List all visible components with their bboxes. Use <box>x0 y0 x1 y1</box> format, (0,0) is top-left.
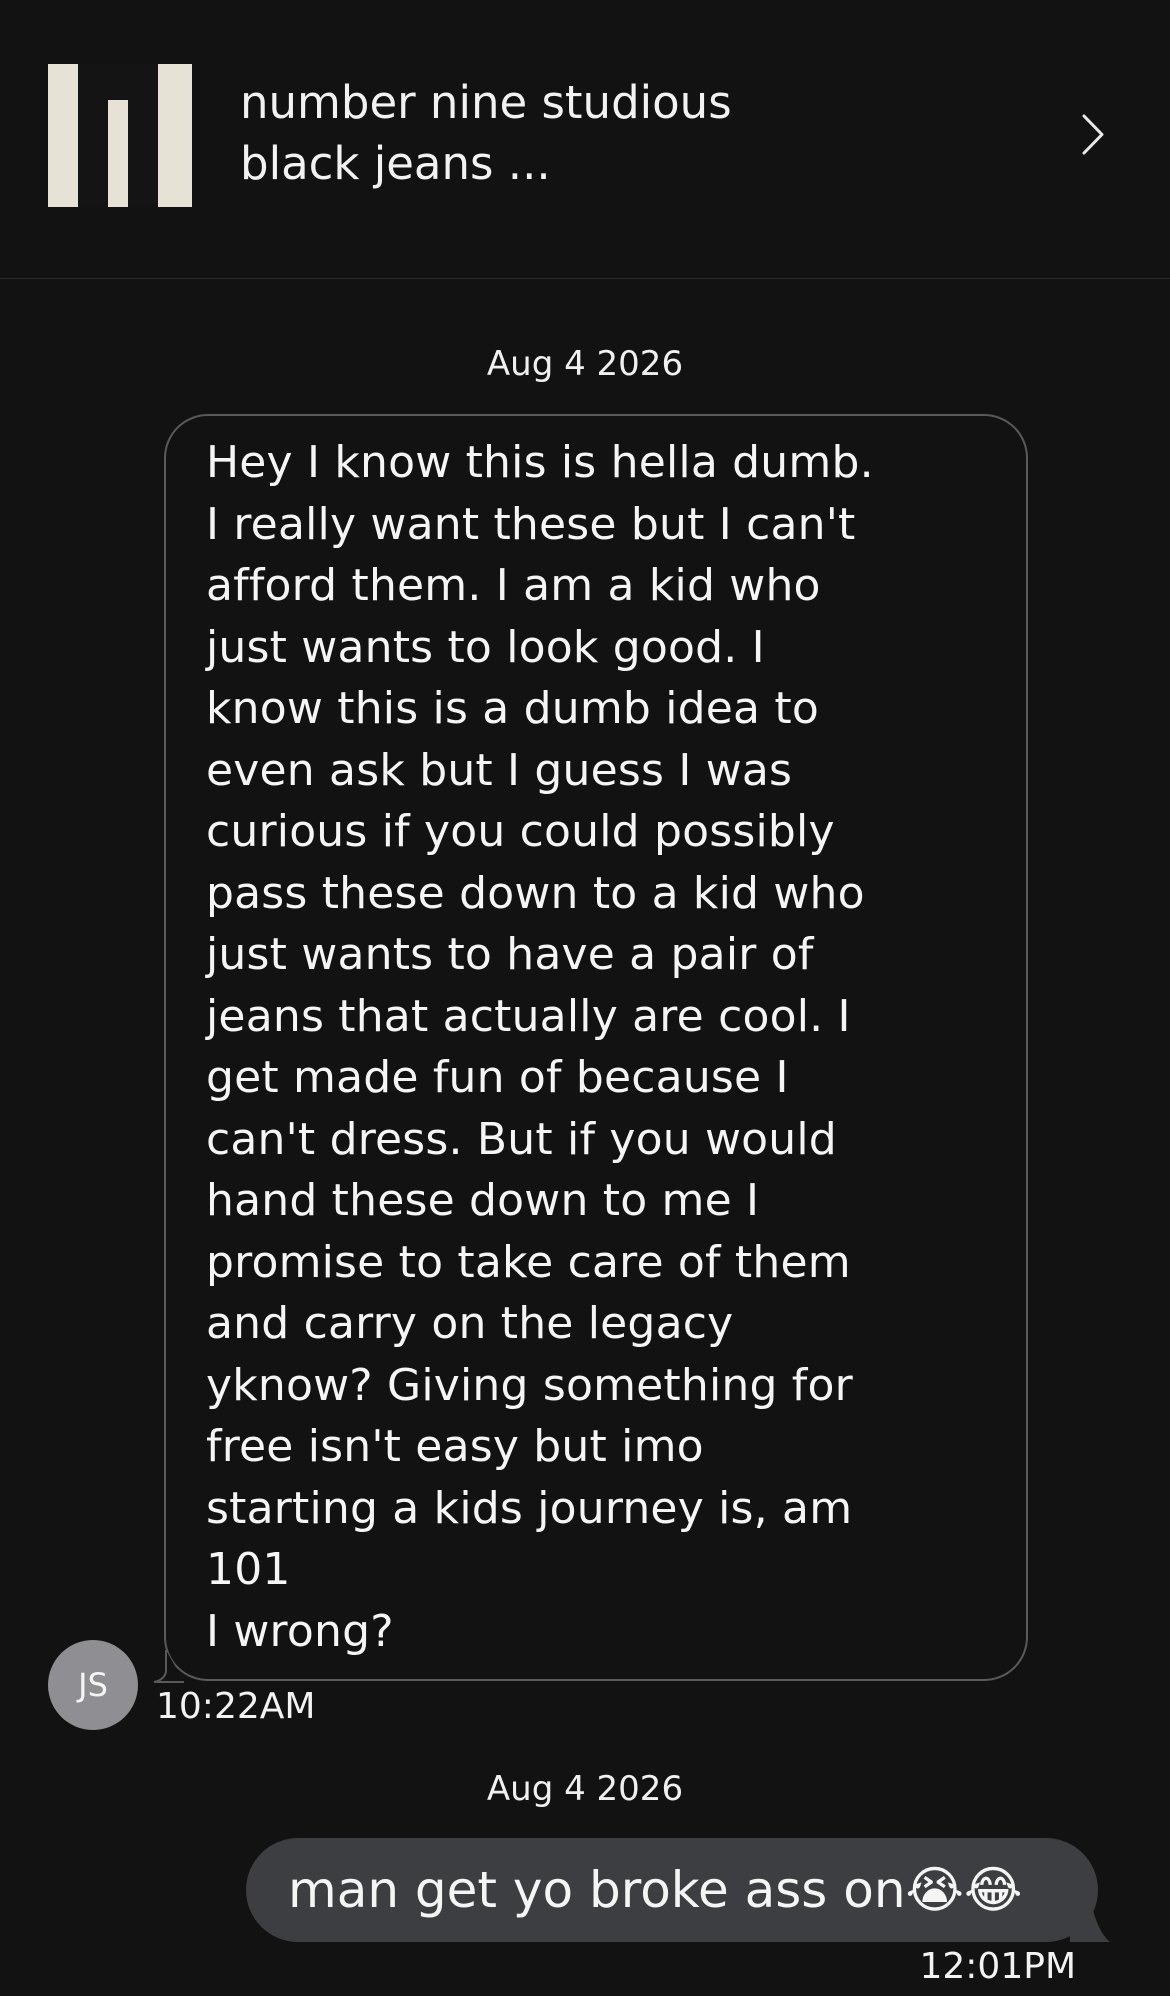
avatar[interactable]: JS <box>48 1640 138 1730</box>
chevron-right-icon[interactable] <box>1080 112 1106 157</box>
incoming-message-time: 10:22AM <box>156 1686 316 1727</box>
listing-header[interactable]: number nine studious black jeans ... <box>0 0 1170 279</box>
date-separator: Aug 4 2026 <box>486 344 684 384</box>
jeans-left-leg-shape <box>78 64 108 207</box>
outgoing-message-text: man get yo broke ass on😭😂 <box>288 1861 1023 1919</box>
outgoing-bubble-tail <box>1070 1906 1110 1942</box>
jeans-right-leg-shape <box>128 64 158 207</box>
outgoing-message-time: 12:01PM <box>919 1946 1076 1987</box>
incoming-message-bubble[interactable]: Hey I know this is hella dumb. I really … <box>164 414 1028 1681</box>
date-separator: Aug 4 2026 <box>486 1769 684 1809</box>
product-title[interactable]: number nine studious black jeans ... <box>240 72 860 194</box>
incoming-bubble-tail <box>153 1650 184 1683</box>
outgoing-message-bubble[interactable]: man get yo broke ass on😭😂 <box>246 1838 1098 1942</box>
product-thumbnail[interactable] <box>48 64 192 207</box>
incoming-message-text: Hey I know this is hella dumb. I really … <box>206 437 874 1657</box>
